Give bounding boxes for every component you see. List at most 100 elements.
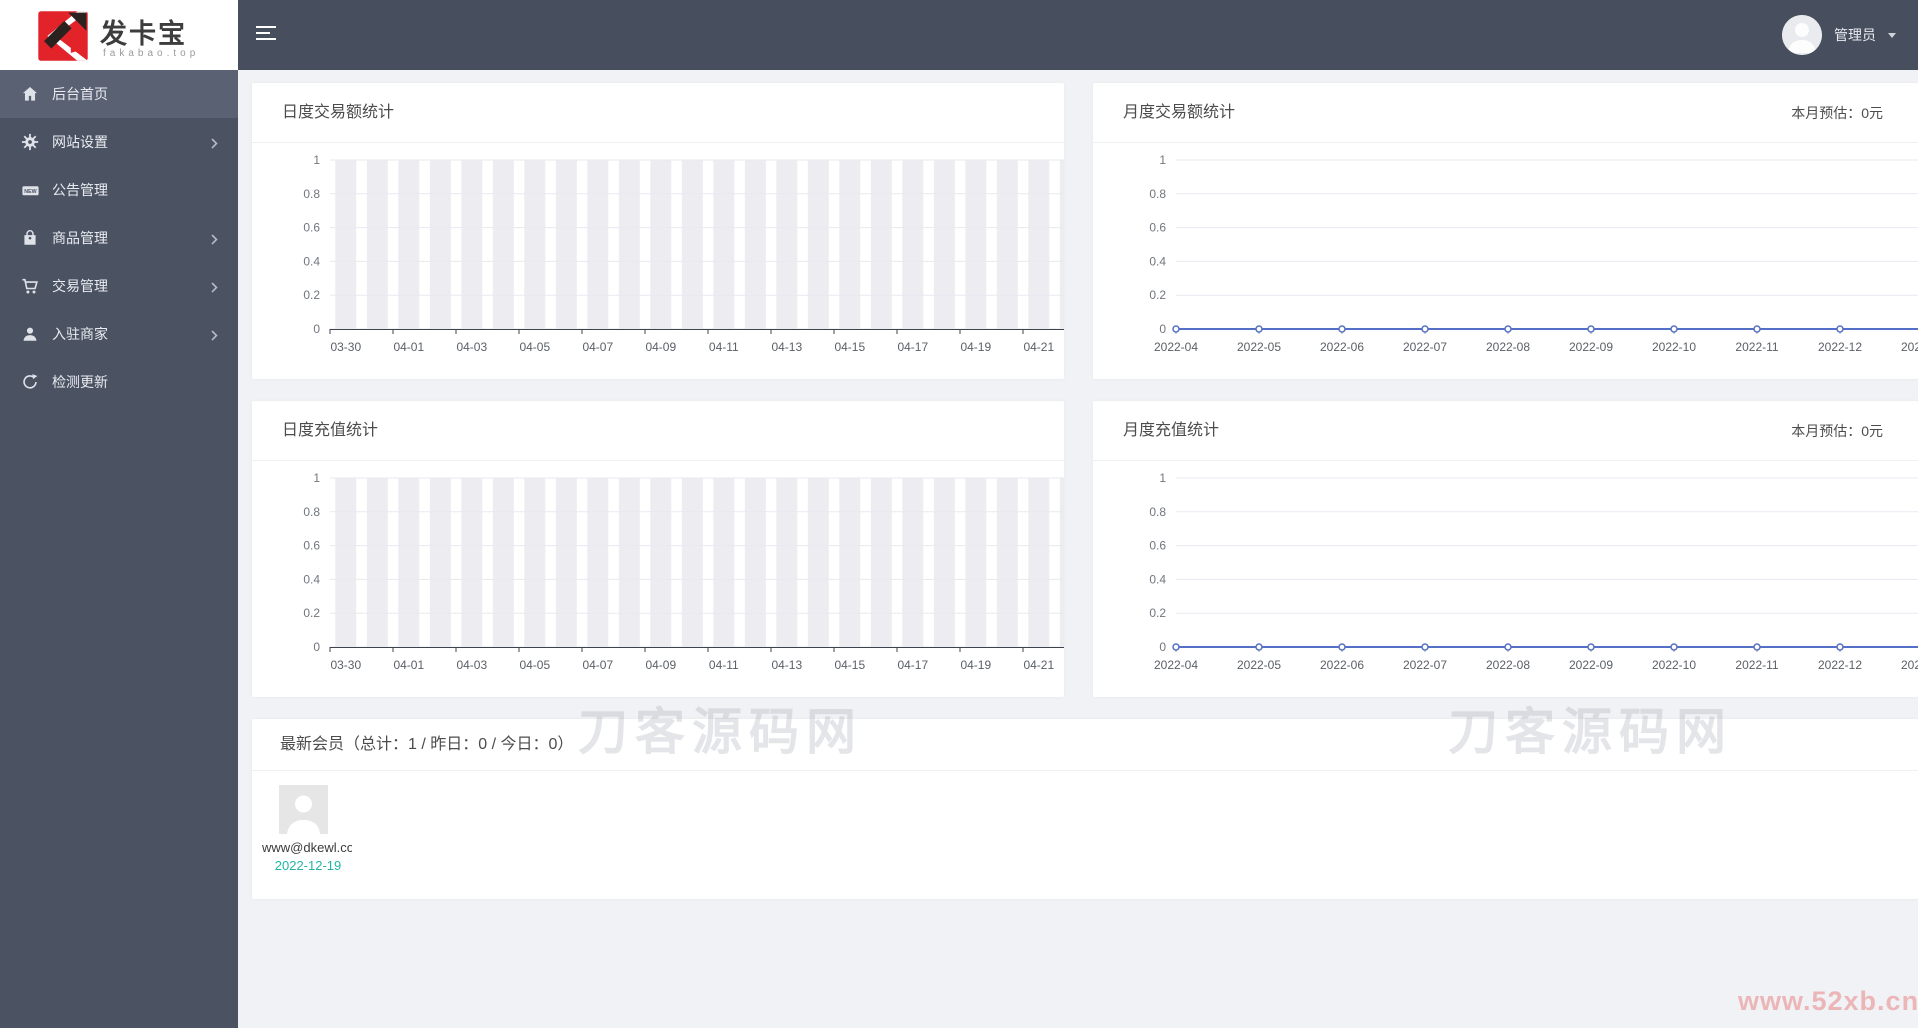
- user-avatar: [1782, 15, 1822, 55]
- panel-title: 月度充值统计: [1123, 422, 1220, 439]
- svg-text:04-15: 04-15: [834, 340, 865, 354]
- sidebar-item-merchants[interactable]: 入驻商家: [0, 310, 238, 358]
- admin-dashboard: { "sidebar": { "logo": { "title": "发卡宝",…: [0, 0, 1918, 1028]
- logo-domain: fakabao.top: [103, 48, 200, 59]
- sidebar-item-home[interactable]: 后台首页: [0, 70, 238, 118]
- logo-icon: [38, 11, 88, 61]
- sidebar-item-announcements[interactable]: NEW 公告管理: [0, 166, 238, 214]
- svg-text:2022-04: 2022-04: [1154, 658, 1198, 672]
- svg-text:2023-01: 2023-01: [1901, 658, 1918, 672]
- svg-text:04-05: 04-05: [519, 658, 550, 672]
- svg-text:03-30: 03-30: [330, 340, 361, 354]
- user-name: 管理员: [1834, 27, 1876, 43]
- svg-text:2022-07: 2022-07: [1403, 658, 1447, 672]
- sidebar-item-site-settings[interactable]: 网站设置: [0, 118, 238, 166]
- member-card[interactable]: www@dkewl.com 2022-12-19: [262, 785, 354, 873]
- logo[interactable]: 发卡宝 fakabao.top: [0, 0, 238, 70]
- svg-text:0.6: 0.6: [303, 221, 320, 235]
- sidebar-toggle-button[interactable]: [256, 26, 278, 44]
- chevron-right-icon: [211, 328, 218, 344]
- panel-title: 日度交易额统计: [282, 104, 395, 121]
- svg-text:1: 1: [1159, 471, 1166, 485]
- svg-text:0.8: 0.8: [1149, 505, 1166, 519]
- svg-text:04-15: 04-15: [834, 658, 865, 672]
- svg-text:0.6: 0.6: [1149, 221, 1166, 235]
- svg-text:04-11: 04-11: [709, 658, 739, 672]
- svg-text:2022-11: 2022-11: [1735, 658, 1778, 672]
- svg-text:04-17: 04-17: [897, 340, 928, 354]
- monthly-trade-chart[interactable]: 0 0.2 0.4 0.6 0.8 1 2022-04 2022-05 2022-06 2022-…: [1093, 143, 1918, 379]
- daily-trade-chart[interactable]: 0 0.2 0.4 0.6 0.8 1 03-30 04-01 04-03 04-05 04-07 0…: [252, 143, 1064, 379]
- sidebar: 发卡宝 fakabao.top 后台首页 网站设置 NEW 公告管理 商品管理 …: [0, 0, 238, 1028]
- svg-text:0.4: 0.4: [303, 254, 320, 268]
- monthly-estimate: 本月预估：0元: [1791, 105, 1883, 121]
- svg-text:0.8: 0.8: [1149, 187, 1166, 201]
- svg-text:04-07: 04-07: [582, 340, 613, 354]
- merchant-person-icon: [20, 324, 40, 344]
- monthly-recharge-chart[interactable]: 0 0.2 0.4 0.6 0.8 1 2022-04 2022-05 2022-06 2022-…: [1093, 461, 1918, 697]
- svg-text:2022-09: 2022-09: [1569, 340, 1613, 354]
- svg-text:0.2: 0.2: [303, 606, 320, 620]
- chevron-down-icon: [1888, 32, 1896, 38]
- svg-text:0.2: 0.2: [1149, 288, 1166, 302]
- svg-text:04-03: 04-03: [456, 340, 487, 354]
- svg-text:0.2: 0.2: [303, 288, 320, 302]
- announcement-new-icon: NEW: [20, 180, 40, 200]
- svg-text:1: 1: [1159, 153, 1166, 167]
- daily-recharge-chart[interactable]: 0 0.2 0.4 0.6 0.8 1 03-30 04-01 04-03 04-05 04-07 0…: [252, 461, 1064, 697]
- svg-text:04-19: 04-19: [960, 340, 991, 354]
- svg-text:2022-06: 2022-06: [1320, 658, 1364, 672]
- panel-latest-members: 最新会员（总计：1 / 昨日：0 / 今日：0） www@dkewl.com 2…: [252, 719, 1918, 899]
- member-email: www@dkewl.com: [262, 840, 352, 855]
- svg-text:2022-09: 2022-09: [1569, 658, 1613, 672]
- svg-text:0.2: 0.2: [1149, 606, 1166, 620]
- member-avatar: [279, 785, 328, 834]
- svg-text:04-05: 04-05: [519, 340, 550, 354]
- chevron-right-icon: [211, 136, 218, 152]
- panel-daily-recharge: 日度充值统计 0 0.2 0.4 0.6 0.8 1 03-30 04-01 04-03 04-0…: [252, 401, 1064, 697]
- svg-text:04-17: 04-17: [897, 658, 928, 672]
- monthly-estimate: 本月预估：0元: [1791, 423, 1883, 439]
- svg-text:0: 0: [1159, 640, 1166, 654]
- svg-text:0.4: 0.4: [1149, 254, 1166, 268]
- svg-text:0: 0: [313, 322, 320, 336]
- svg-text:04-11: 04-11: [709, 340, 739, 354]
- svg-text:04-09: 04-09: [645, 658, 676, 672]
- svg-text:04-01: 04-01: [393, 340, 424, 354]
- svg-text:2022-10: 2022-10: [1652, 658, 1696, 672]
- svg-text:0: 0: [1159, 322, 1166, 336]
- panel-daily-trade: 日度交易额统计 0 0.2 0.4 0.6 0.8 1 03-30 04-01 04-03 04-…: [252, 83, 1064, 379]
- svg-text:2022-05: 2022-05: [1237, 340, 1281, 354]
- cart-icon: [20, 276, 40, 296]
- sidebar-item-products[interactable]: 商品管理: [0, 214, 238, 262]
- svg-text:0.8: 0.8: [303, 505, 320, 519]
- svg-text:04-01: 04-01: [393, 658, 424, 672]
- svg-text:04-13: 04-13: [771, 658, 802, 672]
- svg-text:0.6: 0.6: [303, 539, 320, 553]
- svg-text:04-19: 04-19: [960, 658, 991, 672]
- user-menu[interactable]: 管理员: [1782, 0, 1896, 70]
- members-title: 最新会员（总计：1 / 昨日：0 / 今日：0）: [280, 736, 574, 753]
- avatar-silhouette-icon: [1782, 15, 1822, 55]
- svg-text:2022-12: 2022-12: [1818, 340, 1862, 354]
- svg-text:NEW: NEW: [24, 188, 37, 194]
- avatar-silhouette-icon: [279, 785, 328, 834]
- watermark-corner-text: www.52xb.cn: [1738, 986, 1918, 1016]
- sidebar-item-check-update[interactable]: 检测更新: [0, 358, 238, 406]
- svg-text:04-07: 04-07: [582, 658, 613, 672]
- svg-text:0: 0: [313, 640, 320, 654]
- svg-text:2022-11: 2022-11: [1735, 340, 1778, 354]
- svg-text:04-21: 04-21: [1023, 340, 1054, 354]
- svg-text:04-03: 04-03: [456, 658, 487, 672]
- svg-text:2022-08: 2022-08: [1486, 658, 1530, 672]
- panel-title: 日度充值统计: [282, 422, 379, 439]
- svg-text:0.4: 0.4: [303, 572, 320, 586]
- home-icon: [20, 84, 40, 104]
- svg-text:04-13: 04-13: [771, 340, 802, 354]
- svg-text:2022-06: 2022-06: [1320, 340, 1364, 354]
- gear-icon: [20, 132, 40, 152]
- svg-text:2022-10: 2022-10: [1652, 340, 1696, 354]
- member-join-date: 2022-12-19: [274, 858, 342, 873]
- sidebar-item-trades[interactable]: 交易管理: [0, 262, 238, 310]
- top-header: 管理员: [238, 0, 1918, 70]
